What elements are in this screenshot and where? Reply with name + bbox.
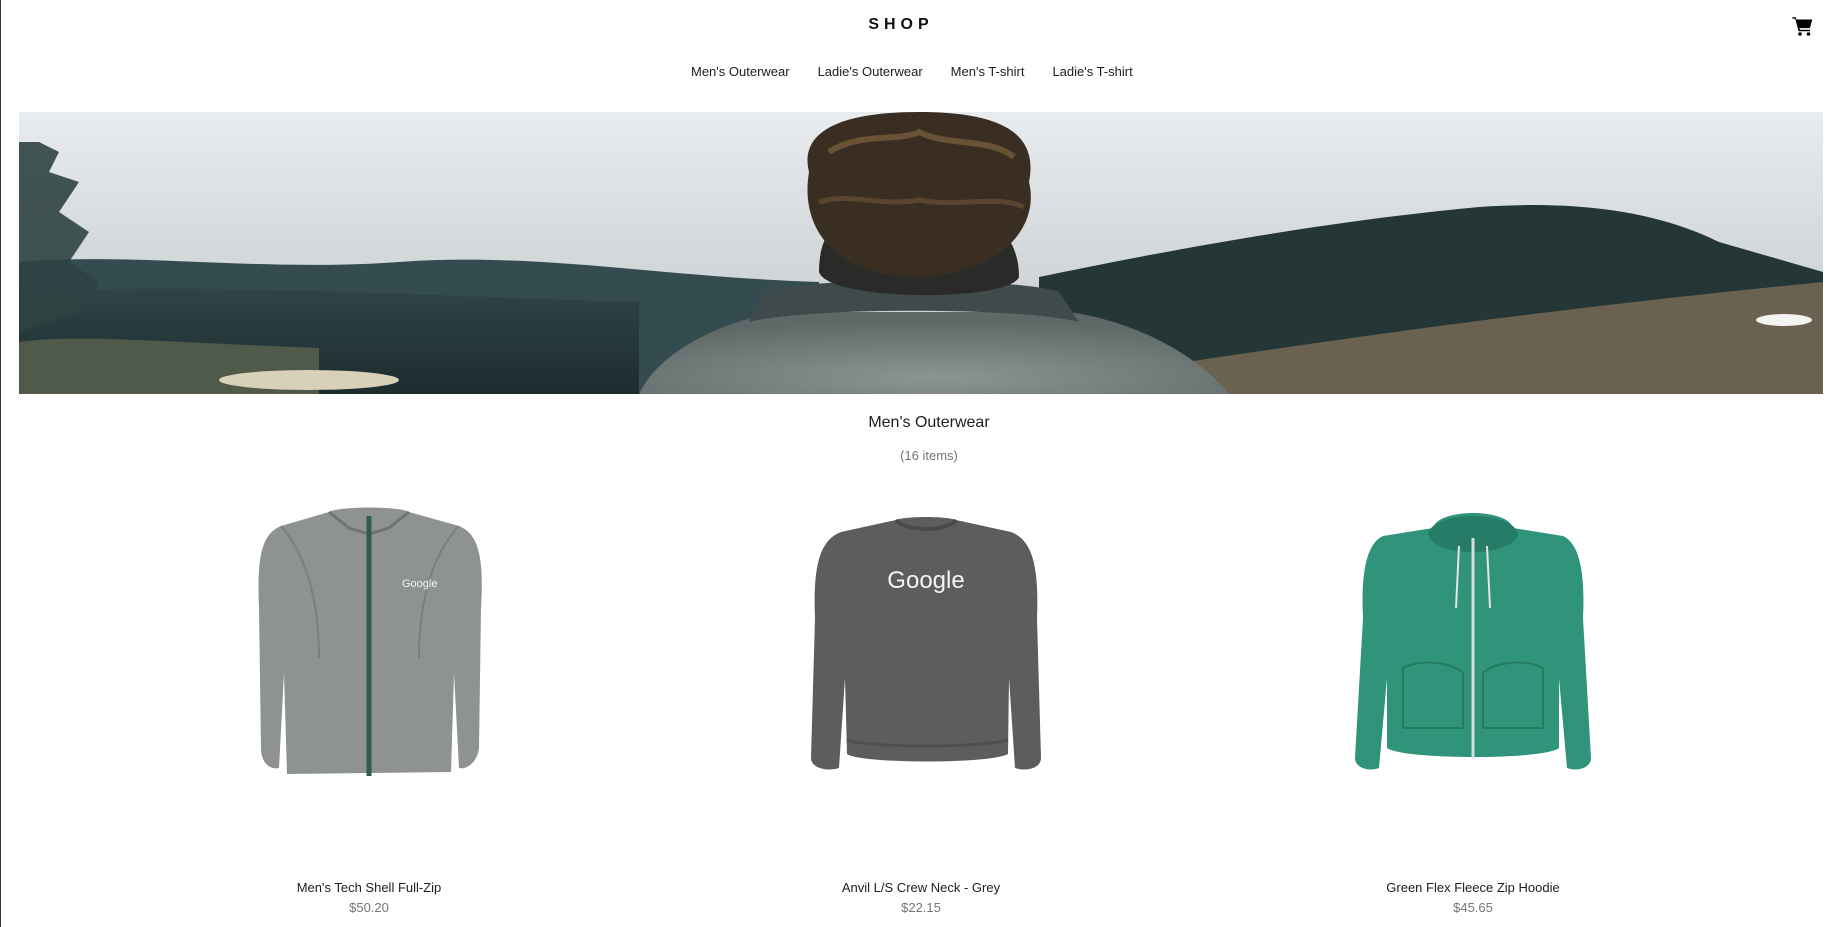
- product-card[interactable]: Google Anvil L/S Crew Neck - Grey $22.15: [711, 498, 1131, 918]
- product-image: [1263, 498, 1683, 798]
- product-name[interactable]: Men's Tech Shell Full-Zip: [159, 880, 579, 895]
- product-card[interactable]: Green Flex Fleece Zip Hoodie $45.65: [1263, 498, 1683, 918]
- category-title: Men's Outerwear: [868, 414, 990, 431]
- product-image: Google: [159, 498, 579, 798]
- tab-mens-tshirt[interactable]: Men's T-shirt: [951, 64, 1025, 79]
- product-logo-text: Google: [887, 567, 964, 594]
- product-card[interactable]: Google Men's Tech Shell Full-Zip $50.20: [159, 498, 579, 918]
- category-item-count: (16 items): [900, 448, 958, 463]
- app-header: SHOP: [1, 0, 1841, 52]
- brand-title[interactable]: SHOP: [1, 16, 1801, 34]
- cart-icon[interactable]: [1791, 14, 1815, 38]
- tab-ladies-outerwear[interactable]: Ladie's Outerwear: [818, 64, 923, 79]
- hero-image: [19, 112, 1823, 394]
- product-image: Google: [711, 498, 1131, 798]
- product-price: $22.15: [901, 900, 941, 915]
- product-name[interactable]: Anvil L/S Crew Neck - Grey: [711, 880, 1131, 895]
- tab-mens-outerwear[interactable]: Men's Outerwear: [691, 64, 790, 79]
- product-logo-text: Google: [402, 578, 437, 590]
- tab-ladies-tshirt[interactable]: Ladie's T-shirt: [1052, 64, 1132, 79]
- product-price: $50.20: [349, 900, 389, 915]
- product-name[interactable]: Green Flex Fleece Zip Hoodie: [1263, 880, 1683, 895]
- product-price: $45.65: [1453, 900, 1493, 915]
